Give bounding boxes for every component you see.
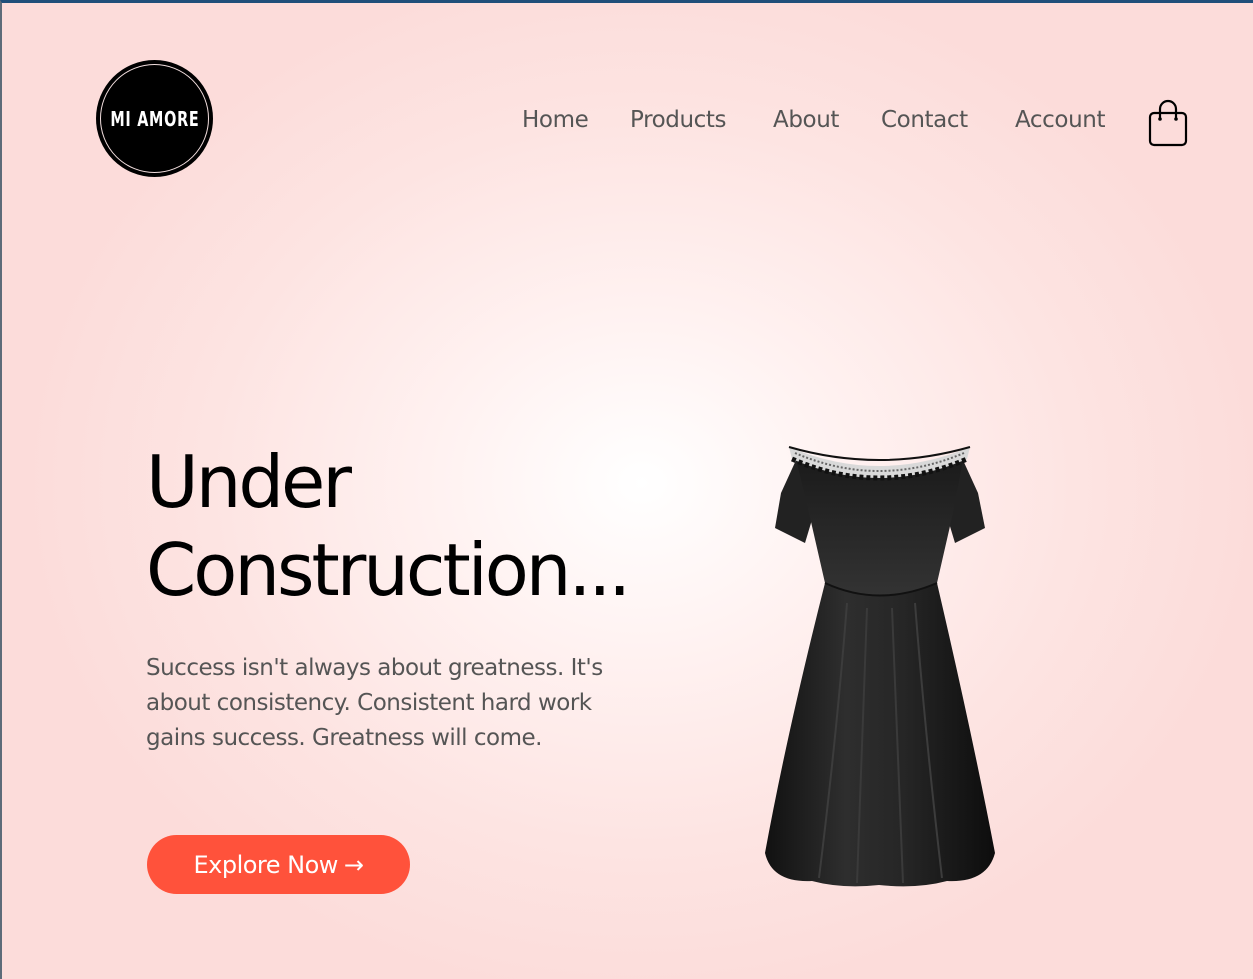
arrow-right-icon: → — [343, 850, 364, 879]
nav-link-contact[interactable]: Contact — [881, 107, 968, 133]
hero-title-line2: Construction... — [146, 528, 631, 612]
shopping-bag-icon[interactable] — [1147, 99, 1189, 149]
hero-description: Success isn't always about greatness. It… — [146, 655, 603, 751]
explore-now-button[interactable]: Explore Now → — [147, 835, 410, 894]
nav-link-account[interactable]: Account — [1015, 107, 1105, 133]
nav-link-about[interactable]: About — [773, 107, 839, 133]
hero-title-line1: Under — [146, 440, 352, 524]
explore-now-label: Explore Now — [193, 850, 338, 879]
main-nav: Home Products About Contact Account — [2, 103, 1253, 145]
nav-link-home[interactable]: Home — [522, 107, 589, 133]
page-frame: MI AMORE Home Products About Contact Acc… — [0, 0, 1253, 979]
nav-link-products[interactable]: Products — [630, 107, 727, 133]
dress-image — [765, 446, 995, 887]
hero-title: Under Construction... — [146, 438, 631, 614]
